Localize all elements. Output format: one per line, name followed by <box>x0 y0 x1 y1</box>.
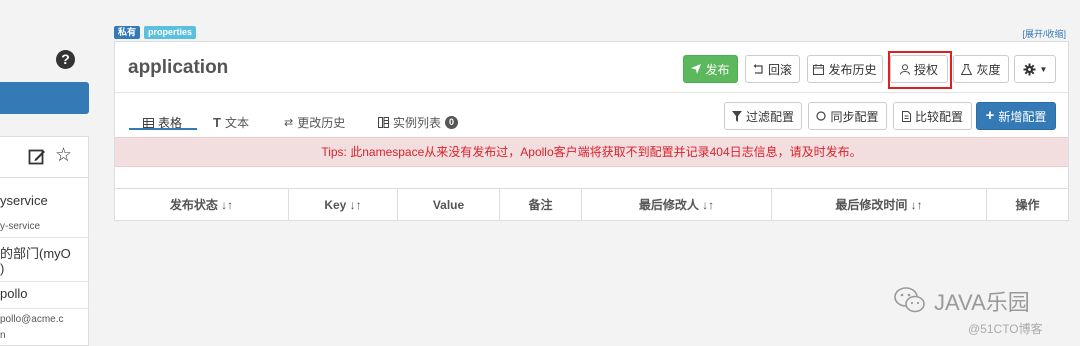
publish-history-button[interactable]: 发布历史 <box>807 55 883 83</box>
tab-instances-label: 实例列表 <box>393 116 442 130</box>
namespace-title: application <box>128 57 229 78</box>
sync-config-button[interactable]: 同步配置 <box>808 102 887 130</box>
calendar-icon <box>813 63 825 75</box>
send-icon <box>691 64 702 74</box>
divider <box>0 281 89 282</box>
rollback-label: 回滚 <box>767 62 792 77</box>
sidebar: ? ☆ yservice y-service 的部门(myO ) pollo p… <box>0 0 90 346</box>
rollback-button[interactable]: 回滚 <box>745 55 800 83</box>
publish-label: 发布 <box>705 62 730 77</box>
column-header-publish-status[interactable]: 发布状态 ↓↑ <box>115 189 289 221</box>
namespace-panel: application 发布 回滚 发布历史 授权 灰度 ▼ 表格 T 文本 ⇄… <box>114 41 1069 221</box>
gray-release-label: 灰度 <box>976 62 1001 77</box>
filter-icon <box>731 110 742 122</box>
gray-release-button[interactable]: 灰度 <box>953 55 1009 83</box>
rollback-icon <box>753 63 763 74</box>
filter-config-label: 过滤配置 <box>745 109 794 124</box>
config-table: 发布状态 ↓↑ Key ↓↑ Value 备注 最后修改人 ↓↑ 最后修改时间 … <box>115 188 1068 221</box>
add-config-label: 新增配置 <box>998 109 1047 124</box>
edit-icon[interactable] <box>28 148 46 166</box>
divider <box>0 237 89 238</box>
sidebar-active-item[interactable] <box>0 82 89 114</box>
divider <box>0 308 89 309</box>
app-id: yservice <box>0 193 48 208</box>
add-config-button[interactable]: + 新增配置 <box>976 102 1056 130</box>
settings-dropdown-button[interactable]: ▼ <box>1014 55 1056 83</box>
department: 的部门(myO <box>0 246 71 261</box>
department-cont: ) <box>0 261 5 276</box>
column-header-modifier[interactable]: 最后修改人 ↓↑ <box>582 189 772 221</box>
publish-button[interactable]: 发布 <box>683 55 738 83</box>
tab-text-label: 文本 <box>224 116 249 130</box>
column-header-actions: 操作 <box>1015 198 1040 212</box>
compare-config-button[interactable]: 比较配置 <box>893 102 972 130</box>
unpublished-tips: Tips: 此namespace从来没有发布过，Apollo客户端将获取不到配置… <box>115 137 1068 167</box>
highlight-annotation <box>888 51 952 89</box>
column-header-modified-time[interactable]: 最后修改时间 ↓↑ <box>772 189 987 221</box>
table-icon <box>143 117 154 128</box>
namespace-badges: 私有 properties <box>114 26 197 40</box>
column-header-key[interactable]: Key ↓↑ <box>289 189 398 221</box>
wechat-logo <box>894 287 925 313</box>
file-icon <box>901 110 911 122</box>
expand-collapse-link[interactable]: [展开/收缩] <box>1022 27 1066 40</box>
instances-icon <box>378 117 389 128</box>
exchange-icon: ⇄ <box>284 117 294 129</box>
tab-text[interactable]: T 文本 <box>213 114 249 131</box>
instances-count-badge: 0 <box>445 116 459 129</box>
watermark-blog: @51CTO博客 <box>968 322 1043 336</box>
active-tab-indicator <box>129 128 197 130</box>
flask-icon <box>961 63 973 75</box>
tab-change-history[interactable]: ⇄ 更改历史 <box>284 114 345 131</box>
app-name: y-service <box>0 221 41 232</box>
tab-instances[interactable]: 实例列表 0 <box>378 114 459 131</box>
filter-config-button[interactable]: 过滤配置 <box>724 102 802 130</box>
owner: pollo <box>0 286 28 301</box>
publish-history-label: 发布历史 <box>828 62 877 77</box>
format-badge: properties <box>144 26 197 39</box>
caret-down-icon: ▼ <box>1039 64 1048 74</box>
owner-email: pollo@acme.c <box>0 314 64 325</box>
divider <box>0 177 89 178</box>
sync-config-label: 同步配置 <box>830 109 879 124</box>
private-badge: 私有 <box>114 26 141 39</box>
tabs-row: 表格 T 文本 ⇄ 更改历史 实例列表 0 过滤配置 同步配置 比较配置 + 新… <box>115 94 1068 137</box>
plus-icon: + <box>985 107 995 124</box>
app-info-panel: ☆ yservice y-service 的部门(myO ) pollo pol… <box>0 136 89 346</box>
column-header-comment: 备注 <box>500 189 582 221</box>
tab-change-history-label: 更改历史 <box>297 116 346 130</box>
owner-email-cont: n <box>0 330 6 341</box>
compare-config-label: 比较配置 <box>914 109 963 124</box>
circle-icon <box>816 111 827 121</box>
star-icon[interactable]: ☆ <box>55 146 72 166</box>
watermark-brand: JAVA乐园 <box>934 290 1030 315</box>
gear-icon <box>1023 63 1036 75</box>
help-icon[interactable]: ? <box>56 50 75 69</box>
column-header-value: Value <box>398 189 500 221</box>
text-icon: T <box>213 115 221 130</box>
